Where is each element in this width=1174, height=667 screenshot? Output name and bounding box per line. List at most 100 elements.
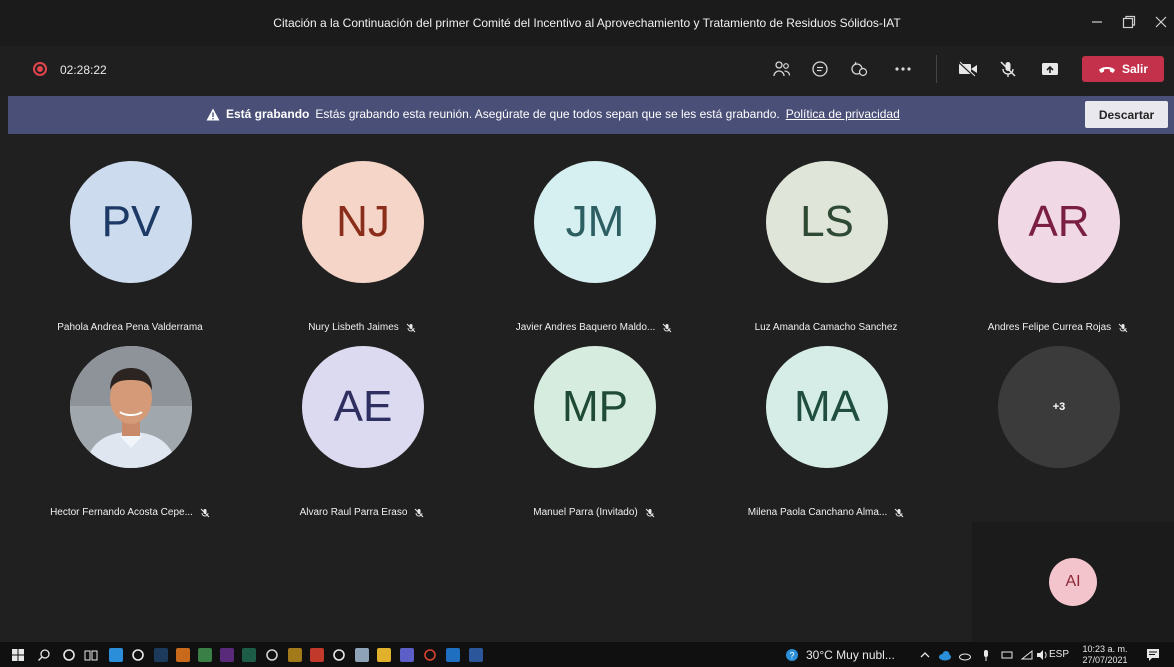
chevron-up-icon[interactable] [918,648,932,662]
participant-name: Javier Andres Baquero Maldo... [494,322,694,333]
photoshop-icon[interactable] [154,648,168,662]
participant-name: Luz Amanda Camacho Sanchez [726,322,926,333]
hangup-icon [1098,67,1115,73]
chat-icon [812,61,828,77]
leave-button[interactable]: Salir [1082,56,1164,82]
banner-title: Está grabando [226,107,310,121]
onedrive-icon[interactable] [938,648,952,662]
privacy-policy-link[interactable]: Política de privacidad [786,107,900,121]
app-icon[interactable] [332,648,346,662]
participant-tile[interactable]: MP Manuel Parra (Invitado) [494,346,694,518]
chrome-icon[interactable] [423,648,437,662]
wifi-icon[interactable] [1020,648,1034,662]
participant-name: Alvaro Raul Parra Eraso [262,507,462,518]
more-button[interactable] [890,58,916,80]
participant-name: Andres Felipe Currea Rojas [958,322,1158,333]
maximize-button[interactable] [1114,8,1144,36]
participant-tile[interactable]: AE Alvaro Raul Parra Eraso [262,346,462,518]
title-bar: Citación a la Continuación del primer Co… [0,0,1174,46]
clock[interactable]: 10:23 a. m. 27/07/2021 [1081,644,1129,666]
participant-avatar: +3 [998,346,1120,468]
chat-button[interactable] [807,58,833,80]
task-view-icon[interactable] [84,648,98,662]
participant-tile[interactable]: MA Milena Paola Canchano Alma... [726,346,926,518]
outlook-icon[interactable] [446,648,460,662]
participant-tile[interactable]: PV Pahola Andrea Pena Valderrama [30,161,230,333]
audition-icon[interactable] [242,648,256,662]
svg-text:?: ? [789,651,794,661]
dismiss-button[interactable]: Descartar [1085,101,1168,128]
app-icon[interactable] [310,648,324,662]
participant-tile[interactable]: JM Javier Andres Baquero Maldo... [494,161,694,333]
share-button[interactable] [1037,58,1063,80]
cortana-icon[interactable] [62,648,76,662]
participant-name-text: Nury Lisbeth Jaimes [308,322,399,333]
app-icon[interactable] [288,648,302,662]
participant-avatar: LS [766,161,888,283]
search-icon[interactable] [37,648,51,662]
toolbar-divider [936,55,937,83]
participant-avatar: AR [998,161,1120,283]
language-indicator[interactable]: ESP [1049,649,1069,660]
app-icon[interactable] [265,648,279,662]
mic-off-icon [662,323,672,333]
warning-icon [206,108,220,120]
self-view[interactable]: AI [972,522,1174,642]
banner-message: Está grabando Estás grabando esta reunió… [206,107,900,121]
participant-tile[interactable]: AR Andres Felipe Currea Rojas [958,161,1158,333]
participant-tile[interactable]: +3 [958,346,1158,516]
app-icon[interactable] [109,648,123,662]
app-icon[interactable] [355,648,369,662]
participant-name-text: Luz Amanda Camacho Sanchez [754,322,898,333]
teams-icon[interactable] [400,648,414,662]
participant-avatar: NJ [302,161,424,283]
participant-tile[interactable]: NJ Nury Lisbeth Jaimes [262,161,462,333]
participant-tile[interactable]: LS Luz Amanda Camacho Sanchez [726,161,926,333]
leave-label: Salir [1121,62,1148,76]
participant-photo [70,346,192,468]
mic-off-icon [406,323,416,333]
close-icon [1155,16,1167,28]
clock-date: 27/07/2021 [1082,655,1128,665]
premiere-icon[interactable] [220,648,234,662]
start-icon[interactable] [11,648,25,662]
window-title: Citación a la Continuación del primer Co… [273,16,901,30]
recording-banner: Está grabando Estás grabando esta reunió… [8,96,1174,134]
participant-name-text: Pahola Andrea Pena Valderrama [57,322,203,333]
illustrator-icon[interactable] [176,648,190,662]
app-icon[interactable] [131,648,145,662]
close-button[interactable] [1146,8,1174,36]
restore-icon [1122,15,1136,29]
mic-toggle[interactable] [995,58,1021,80]
network-icon[interactable] [1000,648,1014,662]
participant-name-text: Javier Andres Baquero Maldo... [515,322,656,333]
participant-name: Milena Paola Canchano Alma... [726,507,926,518]
more-icon [895,67,911,71]
minimize-button[interactable] [1082,8,1112,36]
participant-name: Hector Fernando Acosta Cepe... [30,507,230,518]
people-icon [773,61,791,77]
mic-icon[interactable] [979,648,993,662]
reactions-button[interactable] [846,58,872,80]
meeting-timer: 02:28:22 [60,63,107,77]
participant-avatar: AE [302,346,424,468]
camera-toggle[interactable] [955,58,981,80]
self-avatar: AI [1049,558,1097,606]
mic-off-icon [1118,323,1128,333]
participants-button[interactable] [769,58,795,80]
weather-text[interactable]: 30°C Muy nubl... [806,648,895,662]
reactions-icon [851,61,868,77]
media-icon[interactable] [198,648,212,662]
mic-off-icon [414,508,424,518]
help-icon[interactable]: ? [785,648,799,662]
word-icon[interactable] [469,648,483,662]
cloud-icon[interactable] [958,648,972,662]
participant-name-text: Andres Felipe Currea Rojas [987,322,1112,333]
notification-icon[interactable] [1146,648,1160,661]
participant-avatar: PV [70,161,192,283]
banner-text: Estás grabando esta reunión. Asegúrate d… [315,107,780,121]
volume-icon[interactable] [1035,648,1049,662]
mic-off-icon [645,508,655,518]
files-icon[interactable] [377,648,391,662]
participant-tile[interactable]: Hector Fernando Acosta Cepe... [30,346,230,518]
